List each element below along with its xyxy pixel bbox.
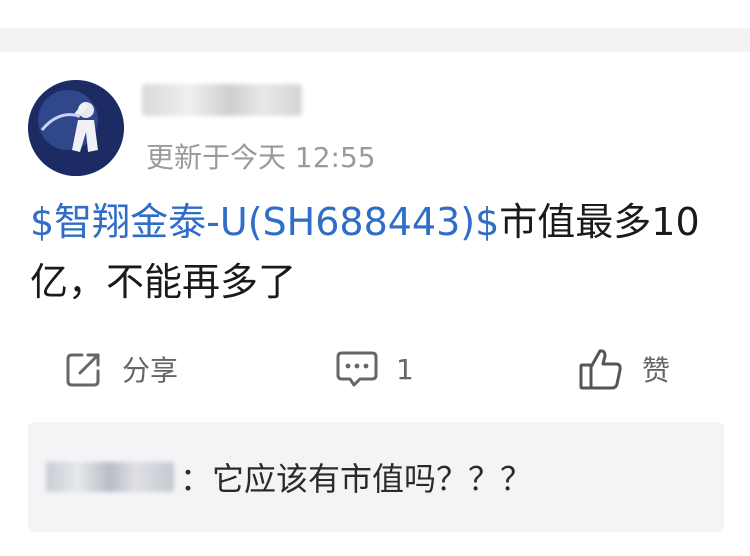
top-bar — [0, 0, 750, 28]
like-button[interactable]: 赞 — [578, 344, 670, 394]
post-content: $智翔金泰-U(SH688443)$市值最多10亿，不能再多了 — [30, 192, 720, 312]
replier-name-redacted[interactable] — [46, 462, 174, 492]
comment-button[interactable]: 1 — [336, 344, 414, 394]
top-separator — [0, 0, 750, 52]
reply-box[interactable]: ：它应该有市值吗？？？ — [28, 422, 724, 532]
post-time: 更新于今天 12:55 — [146, 141, 376, 174]
share-icon — [66, 353, 100, 387]
like-label: 赞 — [642, 354, 671, 387]
thumbs-up-icon — [579, 349, 622, 390]
username-redacted[interactable] — [142, 84, 302, 116]
comment-icon — [336, 351, 378, 387]
post-actions: 分享 1 赞 — [0, 344, 750, 394]
share-label: 分享 — [122, 354, 179, 387]
comment-count: 1 — [396, 352, 414, 386]
avatar-image — [28, 80, 124, 176]
share-button[interactable]: 分享 — [64, 344, 178, 394]
stock-link[interactable]: $智翔金泰-U(SH688443)$ — [30, 200, 499, 244]
post-card[interactable]: 更新于今天 12:55 $智翔金泰-U(SH688443)$市值最多10亿，不能… — [0, 52, 750, 556]
avatar[interactable] — [28, 80, 124, 176]
reply-text: ：它应该有市值吗？？？ — [180, 460, 533, 498]
